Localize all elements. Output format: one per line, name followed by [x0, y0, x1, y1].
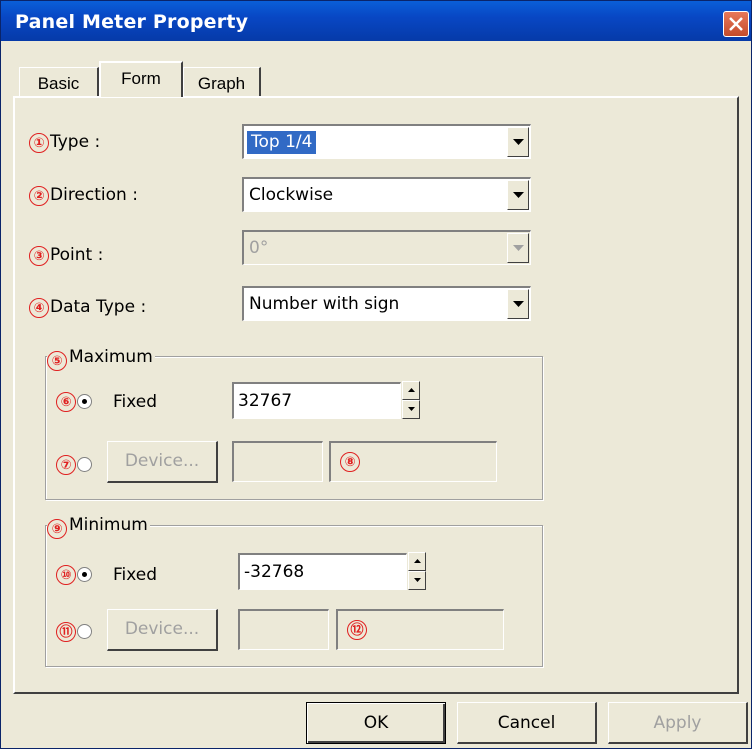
apply-button: Apply [608, 702, 748, 744]
maximum-fixed-input[interactable]: 32767 [232, 382, 401, 419]
chevron-down-icon [513, 301, 524, 307]
minimum-fixed-input[interactable]: -32768 [238, 553, 407, 590]
type-select[interactable]: Top 1/4 [242, 124, 531, 159]
direction-dropdown-button[interactable] [507, 180, 529, 210]
minimum-fixed-label: Fixed [113, 565, 158, 585]
close-icon [729, 17, 743, 31]
tab-graph-label: Graph [197, 74, 246, 93]
marker-10: ⑩ [56, 565, 76, 585]
type-label: Type : [50, 132, 101, 152]
apply-button-label: Apply [653, 713, 702, 733]
window-title: Panel Meter Property [15, 11, 249, 33]
point-label: Point : [50, 245, 104, 265]
minimum-spinner[interactable] [408, 552, 426, 590]
arrow-down-icon [408, 407, 415, 411]
direction-select[interactable]: Clockwise [242, 177, 531, 212]
maximum-device-radio[interactable] [77, 457, 92, 472]
arrow-down-icon [414, 578, 421, 582]
minimum-spin-up-button[interactable] [408, 552, 426, 571]
minimum-fixed-value: -32768 [244, 562, 305, 582]
maximum-device-button-label: Device... [124, 451, 200, 471]
type-value: Top 1/4 [247, 131, 317, 154]
marker-2: ② [29, 186, 49, 206]
marker-6: ⑥ [56, 392, 76, 412]
maximum-spin-down-button[interactable] [402, 400, 420, 419]
direction-value: Clockwise [249, 185, 334, 205]
ok-button-label: OK [363, 713, 389, 733]
maximum-fixed-radio[interactable] [77, 394, 92, 409]
cancel-button[interactable]: Cancel [457, 702, 597, 744]
minimum-device-value-field: ⑫ [336, 609, 504, 650]
chevron-down-icon [513, 245, 524, 251]
arrow-up-icon [408, 388, 415, 392]
point-value: 0° [249, 238, 269, 258]
data-type-label: Data Type : [50, 297, 147, 317]
minimum-title: Minimum [69, 515, 148, 535]
maximum-group-header: ⑤ Maximum [47, 347, 155, 371]
minimum-fixed-radio[interactable] [77, 567, 92, 582]
marker-12: ⑫ [347, 620, 367, 640]
marker-3: ③ [29, 246, 49, 266]
marker-8: ⑧ [340, 452, 360, 472]
ok-button[interactable]: OK [306, 702, 446, 744]
maximum-device-button: Device... [107, 441, 218, 483]
arrow-up-icon [414, 559, 421, 563]
maximum-device-input [232, 441, 323, 482]
minimum-group-header: ⑨ Minimum [47, 515, 150, 539]
chevron-down-icon [513, 192, 524, 198]
maximum-spinner[interactable] [402, 381, 420, 419]
tab-basic-label: Basic [37, 74, 80, 93]
maximum-spin-up-button[interactable] [402, 381, 420, 400]
tab-graph[interactable]: Graph [183, 67, 261, 97]
point-dropdown-button [507, 233, 529, 263]
maximum-device-value-field: ⑧ [329, 441, 497, 482]
type-dropdown-button[interactable] [507, 127, 529, 157]
tab-form-label: Form [121, 69, 161, 88]
marker-7: ⑦ [56, 455, 76, 475]
point-select: 0° [242, 230, 531, 265]
marker-4: ④ [29, 298, 49, 318]
minimum-device-button-label: Device... [124, 619, 200, 639]
minimum-device-button: Device... [107, 609, 218, 651]
chevron-down-icon [513, 139, 524, 145]
cancel-button-label: Cancel [497, 713, 556, 733]
maximum-fixed-value: 32767 [238, 391, 293, 411]
data-type-value: Number with sign [249, 294, 400, 314]
title-bar[interactable]: Panel Meter Property [1, 1, 751, 41]
close-button[interactable] [723, 11, 749, 37]
maximum-fixed-label: Fixed [113, 392, 158, 412]
direction-label: Direction : [50, 185, 138, 205]
maximum-title: Maximum [69, 347, 153, 367]
marker-5: ⑤ [47, 351, 67, 371]
minimum-device-input [238, 609, 329, 650]
minimum-spin-down-button[interactable] [408, 571, 426, 590]
tab-basic[interactable]: Basic [19, 67, 99, 97]
minimum-device-radio[interactable] [77, 624, 92, 639]
data-type-select[interactable]: Number with sign [242, 286, 531, 321]
marker-9: ⑨ [47, 519, 67, 539]
marker-1: ① [29, 133, 49, 153]
data-type-dropdown-button[interactable] [507, 289, 529, 319]
marker-11: ⑪ [56, 622, 76, 642]
dialog-window: Panel Meter Property Basic Form Graph ① … [0, 0, 752, 749]
tab-form[interactable]: Form [99, 61, 183, 97]
